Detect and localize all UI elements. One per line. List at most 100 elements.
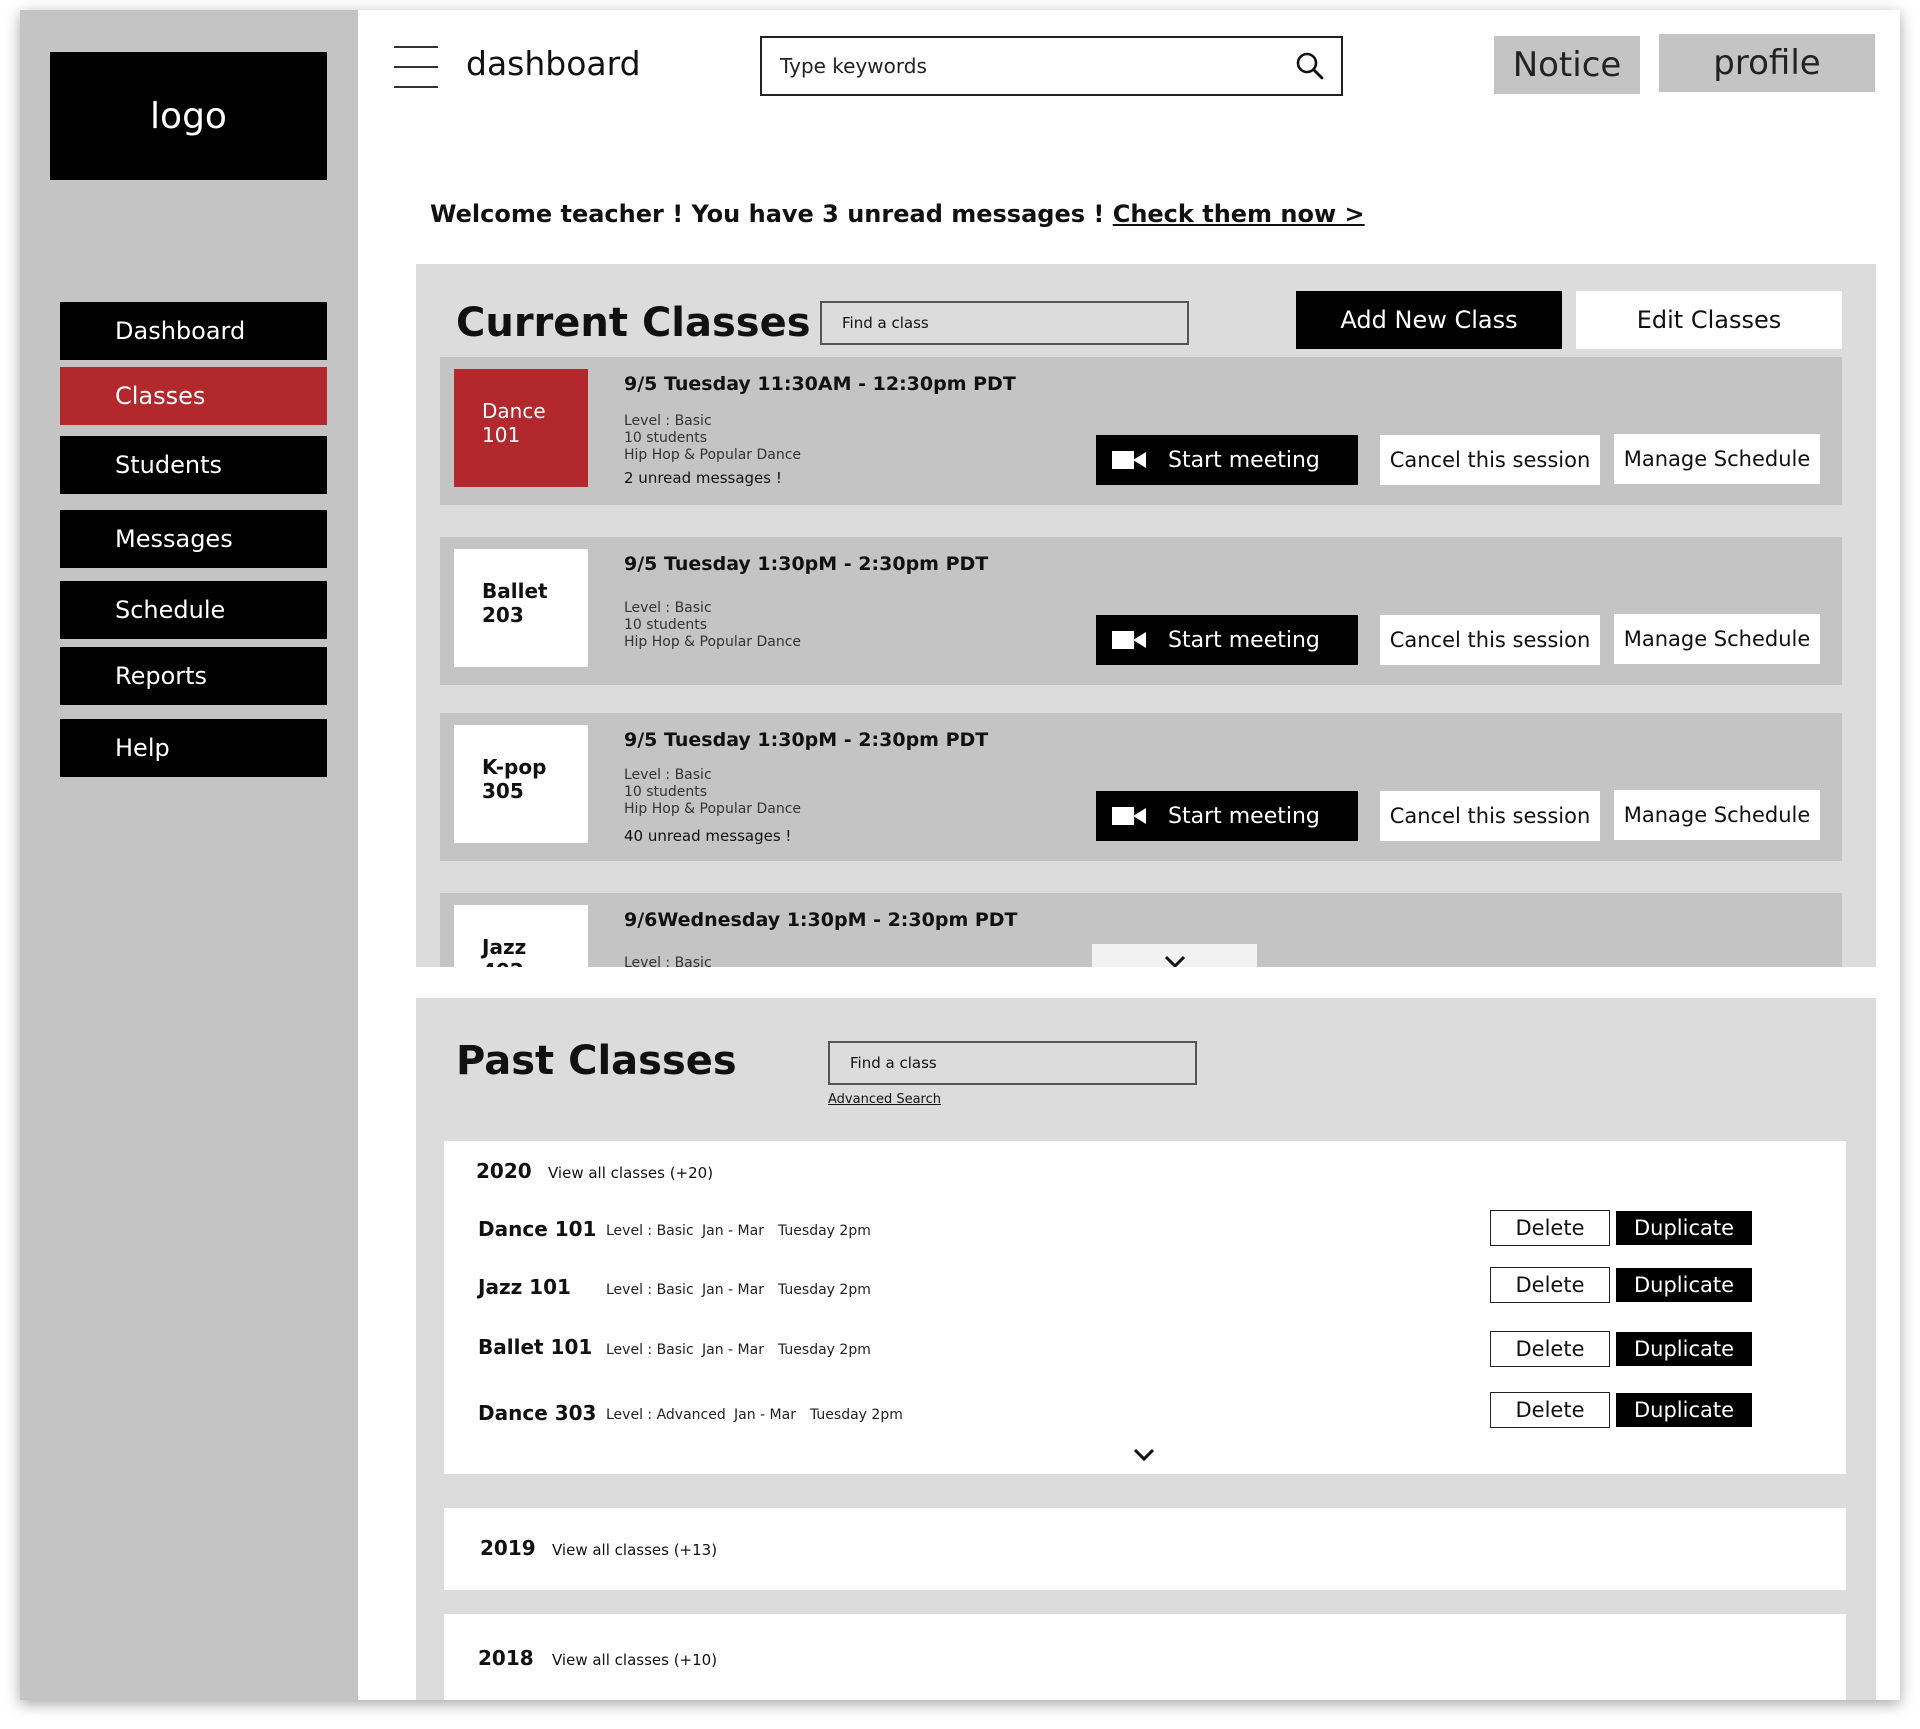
sidebar-item-students[interactable]: Students — [60, 436, 327, 494]
class-name: Ballet — [482, 579, 548, 603]
sidebar-item-help[interactable]: Help — [60, 719, 327, 777]
start-meeting-label: Start meeting — [1168, 627, 1320, 653]
current-classes-title: Current Classes — [456, 300, 811, 346]
class-time: 9/5 Tuesday 1:30pM - 2:30pm PDT — [624, 729, 989, 751]
class-time: 9/5 Tuesday 11:30AM - 12:30pm PDT — [624, 373, 1016, 395]
delete-button[interactable]: Delete — [1490, 1267, 1610, 1303]
year-label: 2019 — [480, 1536, 536, 1560]
past-class-name[interactable]: Jazz 101 — [478, 1275, 571, 1299]
past-class-name[interactable]: Dance 303 — [478, 1401, 596, 1425]
class-unread-messages[interactable]: 40 unread messages ! — [624, 827, 791, 845]
duplicate-button[interactable]: Duplicate — [1616, 1211, 1752, 1245]
view-all-classes-link[interactable]: View all classes (+13) — [552, 1541, 717, 1559]
delete-button[interactable]: Delete — [1490, 1210, 1610, 1246]
class-level: Level : Basic — [624, 955, 712, 967]
class-card: Ballet 203 9/5 Tuesday 1:30pM - 2:30pm P… — [440, 537, 1842, 685]
expand-classes-button[interactable] — [1092, 944, 1257, 967]
class-tile[interactable]: K-pop 305 — [454, 725, 588, 843]
cancel-session-button[interactable]: Cancel this session — [1380, 435, 1600, 485]
class-tile[interactable]: Dance 101 — [454, 369, 588, 487]
profile-button[interactable]: profile — [1659, 34, 1875, 92]
start-meeting-button[interactable]: Start meeting — [1096, 791, 1358, 841]
class-number: 101 — [482, 423, 521, 447]
past-classes-panel: Past Classes Find a class Advanced Searc… — [416, 998, 1876, 1700]
start-meeting-label: Start meeting — [1168, 803, 1320, 829]
class-meta: Level : Basic 10 students Hip Hop & Popu… — [624, 413, 801, 464]
past-class-months: Jan - Mar — [734, 1407, 796, 1423]
class-students: 10 students — [624, 430, 708, 446]
class-meta: Level : Basic 10 students Hip Hop & Popu… — [624, 600, 801, 651]
class-students: 10 students — [624, 617, 708, 633]
cancel-session-button[interactable]: Cancel this session — [1380, 615, 1600, 665]
past-class-name[interactable]: Ballet 101 — [478, 1335, 592, 1359]
past-class-day: Tuesday 2pm — [810, 1407, 903, 1423]
past-class-level: Level : Basic — [606, 1223, 694, 1239]
past-class-name[interactable]: Dance 101 — [478, 1217, 596, 1241]
class-students: 10 students — [624, 784, 708, 800]
current-find-class-input[interactable]: Find a class — [820, 301, 1189, 345]
find-class-placeholder: Find a class — [842, 314, 929, 332]
manage-schedule-button[interactable]: Manage Schedule — [1614, 434, 1820, 484]
year-group-2019[interactable]: 2019 View all classes (+13) — [444, 1508, 1846, 1590]
class-level: Level : Basic — [624, 767, 712, 783]
add-new-class-button[interactable]: Add New Class — [1296, 291, 1562, 349]
find-class-placeholder: Find a class — [850, 1054, 937, 1072]
class-meta: Level : Basic — [624, 955, 712, 967]
advanced-search-link[interactable]: Advanced Search — [828, 1092, 941, 1107]
duplicate-button[interactable]: Duplicate — [1616, 1268, 1752, 1302]
class-number: 203 — [482, 603, 524, 627]
view-all-classes-link[interactable]: View all classes (+20) — [548, 1164, 713, 1182]
year-group-2020: 2020 View all classes (+20) Dance 101 Le… — [444, 1141, 1846, 1474]
sidebar-item-classes[interactable]: Classes — [60, 367, 327, 425]
class-tile[interactable]: Jazz 402 — [454, 905, 588, 967]
class-number: 305 — [482, 779, 524, 803]
search-icon[interactable] — [1295, 51, 1325, 81]
past-class-months: Jan - Mar — [702, 1342, 764, 1358]
search-input[interactable]: Type keywords — [760, 36, 1343, 96]
view-all-classes-link[interactable]: View all classes (+10) — [552, 1651, 717, 1669]
menu-icon[interactable] — [394, 44, 438, 90]
past-class-level: Level : Advanced — [606, 1407, 726, 1423]
sidebar-item-schedule[interactable]: Schedule — [60, 581, 327, 639]
class-tile[interactable]: Ballet 203 — [454, 549, 588, 667]
past-class-day: Tuesday 2pm — [778, 1342, 871, 1358]
logo[interactable]: logo — [50, 52, 327, 180]
past-class-level: Level : Basic — [606, 1282, 694, 1298]
year-group-2018[interactable]: 2018 View all classes (+10) — [444, 1614, 1846, 1700]
delete-button[interactable]: Delete — [1490, 1331, 1610, 1367]
class-name: Jazz — [482, 935, 527, 959]
past-find-class-input[interactable]: Find a class — [828, 1041, 1197, 1085]
duplicate-button[interactable]: Duplicate — [1616, 1393, 1752, 1427]
class-unread-messages[interactable]: 2 unread messages ! — [624, 469, 782, 487]
chevron-down-icon[interactable] — [1132, 1447, 1156, 1463]
class-meta: Level : Basic 10 students Hip Hop & Popu… — [624, 767, 801, 818]
class-genre: Hip Hop & Popular Dance — [624, 634, 802, 650]
class-level: Level : Basic — [624, 600, 712, 616]
sidebar-item-reports[interactable]: Reports — [60, 647, 327, 705]
past-class-day: Tuesday 2pm — [778, 1282, 871, 1298]
chevron-down-icon — [1164, 955, 1185, 967]
welcome-text: Welcome teacher ! You have 3 unread mess… — [430, 200, 1105, 228]
manage-schedule-button[interactable]: Manage Schedule — [1614, 614, 1820, 664]
past-class-level: Level : Basic — [606, 1342, 694, 1358]
cancel-session-button[interactable]: Cancel this session — [1380, 791, 1600, 841]
class-name: K-pop — [482, 755, 547, 779]
current-classes-panel: Current Classes Find a class Add New Cla… — [416, 264, 1876, 967]
start-meeting-button[interactable]: Start meeting — [1096, 435, 1358, 485]
year-label: 2020 — [476, 1159, 532, 1183]
check-messages-link[interactable]: Check them now > — [1113, 200, 1365, 228]
duplicate-button[interactable]: Duplicate — [1616, 1332, 1752, 1366]
past-class-months: Jan - Mar — [702, 1223, 764, 1239]
delete-button[interactable]: Delete — [1490, 1392, 1610, 1428]
class-genre: Hip Hop & Popular Dance — [624, 801, 802, 817]
edit-classes-button[interactable]: Edit Classes — [1576, 291, 1842, 349]
sidebar-item-messages[interactable]: Messages — [60, 510, 327, 568]
start-meeting-label: Start meeting — [1168, 447, 1320, 473]
class-card: K-pop 305 9/5 Tuesday 1:30pM - 2:30pm PD… — [440, 713, 1842, 861]
sidebar: logo Dashboard Classes Students Messages… — [20, 10, 358, 1700]
start-meeting-button[interactable]: Start meeting — [1096, 615, 1358, 665]
manage-schedule-button[interactable]: Manage Schedule — [1614, 790, 1820, 840]
notice-button[interactable]: Notice — [1494, 36, 1640, 94]
class-card: Dance 101 9/5 Tuesday 11:30AM - 12:30pm … — [440, 357, 1842, 505]
sidebar-item-dashboard[interactable]: Dashboard — [60, 302, 327, 360]
